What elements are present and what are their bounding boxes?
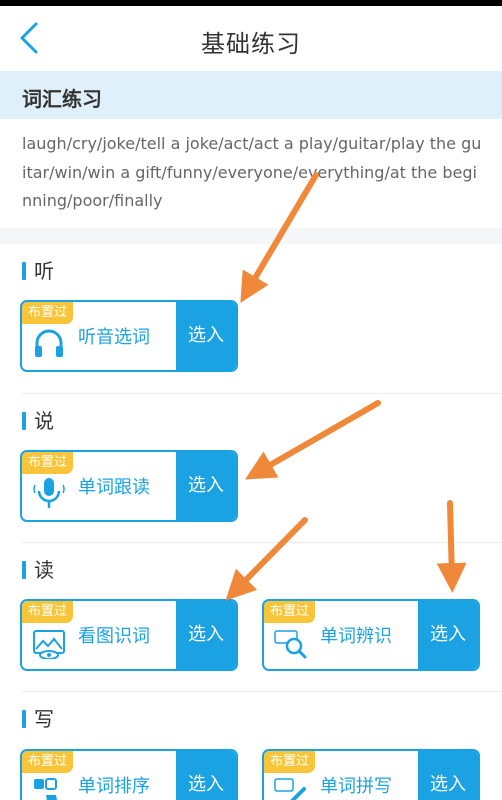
category-marker (22, 262, 26, 280)
nav-bar: 基础练习 (0, 6, 502, 70)
annotation-arrows (225, 172, 467, 601)
vocab-section-header: 词汇练习 (0, 71, 502, 119)
divider (22, 393, 502, 394)
category-write: 写 (22, 706, 54, 732)
card-label: 看图识词 (78, 626, 150, 647)
divider (22, 691, 502, 692)
card-label: 单词辨识 (320, 626, 392, 647)
spelling-pencil-icon (274, 778, 306, 800)
select-button[interactable]: 选入 (176, 751, 236, 800)
card-listen-choose-word[interactable]: 布置过 听音选词 选入 (20, 300, 238, 372)
category-listen: 听 (22, 258, 54, 284)
select-button[interactable]: 选入 (418, 751, 478, 800)
card-picture-word[interactable]: 布置过 看图识词 选入 (20, 599, 238, 671)
card-label: 单词排序 (78, 776, 150, 797)
annotation-arrow (225, 517, 308, 601)
select-button[interactable]: 选入 (418, 601, 478, 669)
microphone-icon (33, 478, 65, 508)
page-title: 基础练习 (201, 30, 301, 58)
card-word-spell[interactable]: 布置过 单词拼写 选入 (262, 749, 480, 800)
divider (22, 542, 502, 543)
sort-hand-icon (34, 778, 57, 800)
card-word-identify[interactable]: 布置过 单词辨识 选入 (262, 599, 480, 671)
headphones-icon (35, 329, 63, 357)
select-button[interactable]: 选入 (176, 452, 236, 520)
category-speak: 说 (22, 408, 54, 434)
card-word-repeat[interactable]: 布置过 单词跟读 选入 (20, 450, 238, 522)
annotation-arrow (436, 500, 467, 593)
word-magnifier-icon (274, 630, 307, 659)
category-marker (22, 561, 26, 579)
card-label: 听音选词 (78, 327, 150, 348)
assigned-badge: 布置过 (22, 601, 74, 623)
assigned-badge: 布置过 (264, 751, 316, 773)
assigned-badge: 布置过 (264, 601, 316, 623)
section-gap (0, 228, 502, 244)
category-marker (22, 412, 26, 430)
assigned-badge: 布置过 (22, 302, 74, 324)
category-marker (22, 710, 26, 728)
category-label: 说 (34, 409, 54, 433)
category-read: 读 (22, 557, 54, 583)
category-label: 读 (34, 558, 54, 582)
picture-eye-icon (33, 630, 65, 659)
assigned-badge: 布置过 (22, 452, 74, 474)
vocab-word-list: laugh/cry/joke/tell a joke/act/act a pla… (22, 134, 482, 210)
annotation-arrow (244, 400, 381, 480)
category-label: 听 (34, 259, 54, 283)
category-label: 写 (34, 707, 54, 731)
select-button[interactable]: 选入 (176, 302, 236, 370)
card-word-sort[interactable]: 布置过 单词排序 选入 (20, 749, 238, 800)
assigned-badge: 布置过 (22, 751, 74, 773)
card-label: 单词拼写 (320, 776, 392, 797)
vocab-section-title: 词汇练习 (22, 87, 102, 111)
card-label: 单词跟读 (78, 477, 150, 498)
select-button[interactable]: 选入 (176, 601, 236, 669)
